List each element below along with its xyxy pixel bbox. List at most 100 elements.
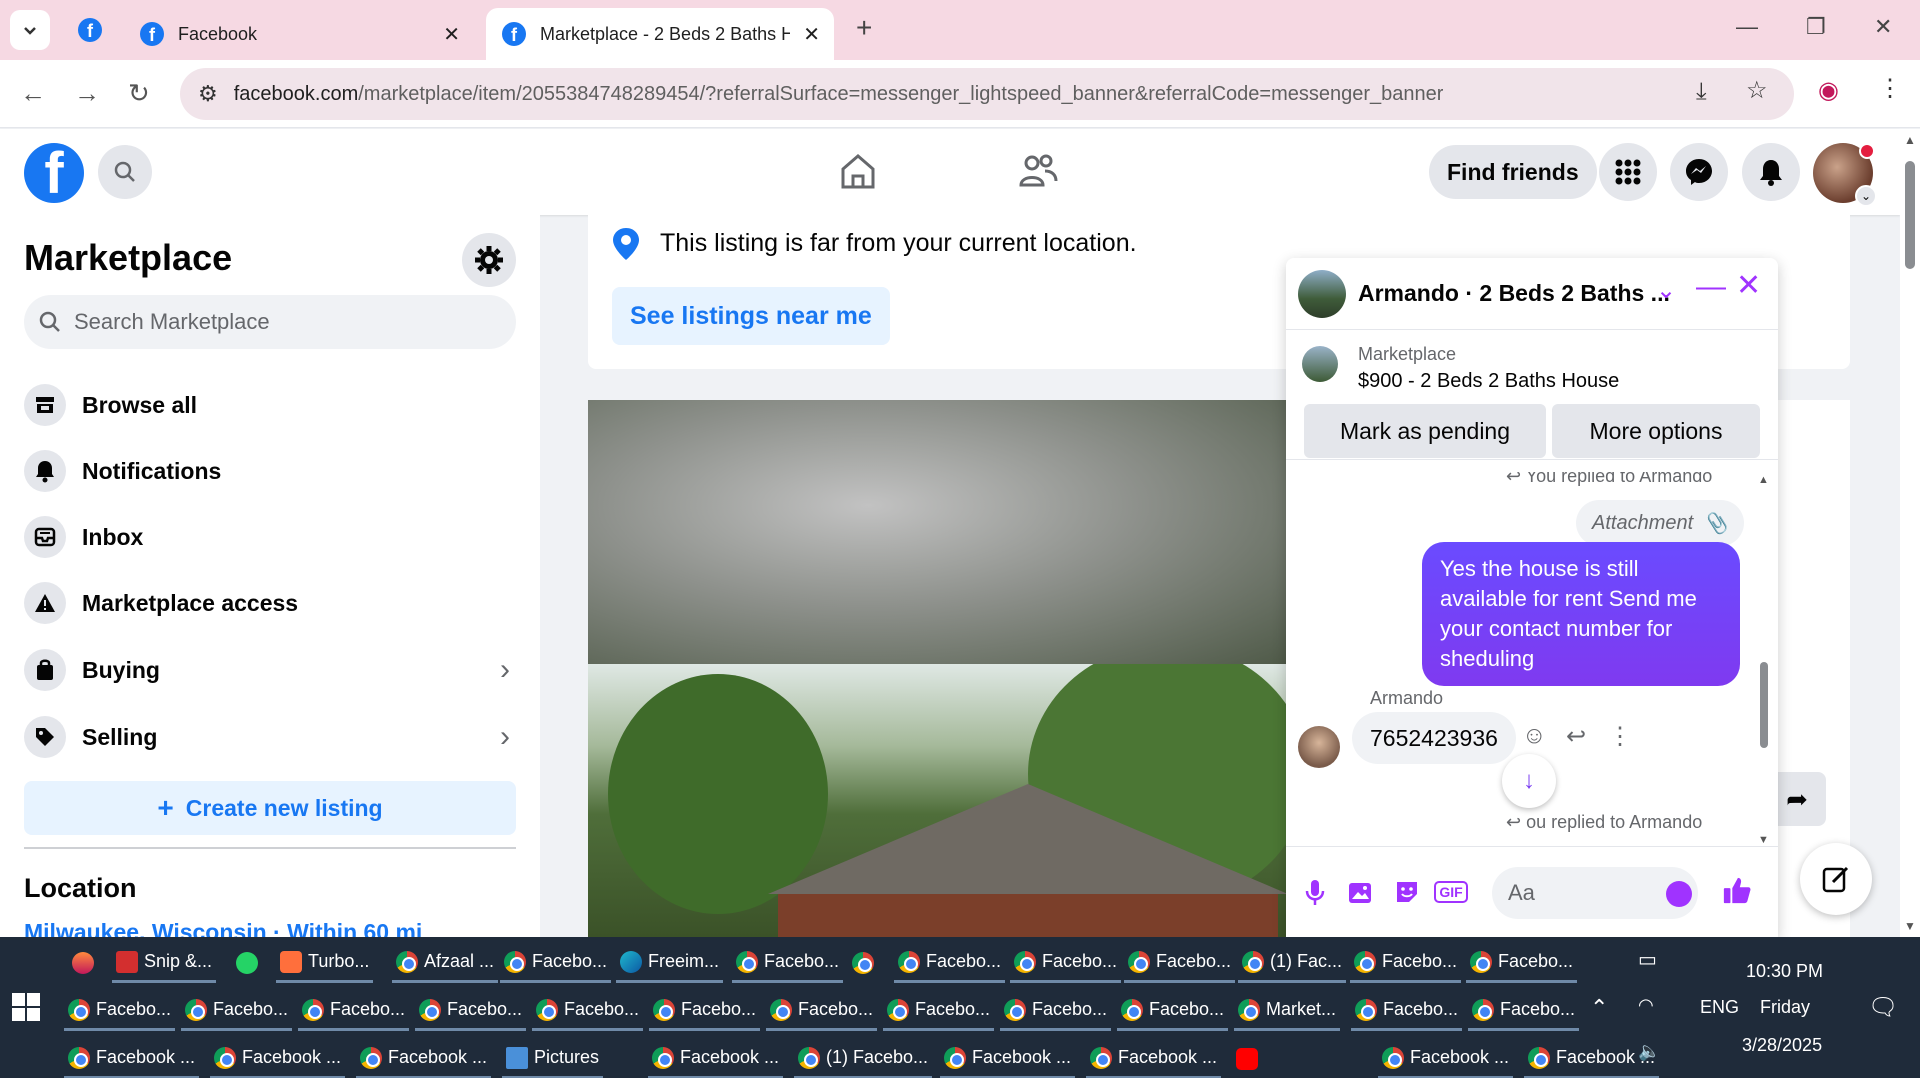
tab-facebook[interactable]: f Facebook ✕ bbox=[124, 8, 474, 60]
photo-icon[interactable] bbox=[1346, 877, 1376, 907]
clock-time[interactable]: 10:30 PM bbox=[1746, 961, 1823, 982]
taskbar-app[interactable]: Facebook ... bbox=[356, 1039, 492, 1078]
page-scrollbar[interactable]: ▲ ▼ bbox=[1900, 129, 1920, 937]
taskbar-app[interactable]: Pictures bbox=[502, 1039, 604, 1078]
message-list[interactable]: ↩ You replied to Armando Attachment 📎 Ye… bbox=[1286, 472, 1778, 846]
settings-button[interactable] bbox=[462, 233, 516, 287]
taskbar-app[interactable]: (1) Fac... bbox=[1238, 943, 1347, 983]
taskbar-app[interactable]: Facebo... bbox=[649, 991, 761, 1031]
taskbar-app[interactable]: Facebo... bbox=[64, 991, 176, 1031]
sticker-icon[interactable] bbox=[1392, 877, 1422, 907]
taskbar-app[interactable]: Facebook ... bbox=[210, 1039, 346, 1078]
battery-icon[interactable]: ▭ bbox=[1638, 947, 1657, 972]
taskbar-app[interactable]: Facebo... bbox=[298, 991, 410, 1031]
taskbar-app[interactable]: Facebo... bbox=[1117, 991, 1229, 1031]
taskbar-app[interactable] bbox=[1232, 1039, 1268, 1078]
wifi-icon[interactable]: ◠ bbox=[1638, 995, 1654, 1016]
taskbar-app[interactable]: Afzaal ... bbox=[392, 943, 499, 983]
sidebar-item-buying[interactable]: Buying › bbox=[24, 642, 516, 698]
scrollbar-thumb[interactable] bbox=[1760, 662, 1768, 748]
action-center-icon[interactable]: 🗨 bbox=[1868, 993, 1898, 1022]
emoji-icon[interactable] bbox=[1666, 881, 1692, 907]
listing-photo-house[interactable] bbox=[588, 664, 1288, 937]
home-icon[interactable] bbox=[838, 151, 878, 191]
mark-as-pending-button[interactable]: Mark as pending bbox=[1304, 404, 1546, 458]
taskbar-app[interactable]: Market... bbox=[1234, 991, 1341, 1031]
sender-avatar[interactable] bbox=[1298, 726, 1340, 768]
microphone-icon[interactable] bbox=[1300, 877, 1330, 907]
address-bar[interactable]: ⚙ facebook.com/marketplace/item/20553847… bbox=[180, 68, 1794, 120]
facebook-pinned-icon[interactable]: f bbox=[78, 18, 102, 42]
gif-icon[interactable]: GIF bbox=[1434, 877, 1468, 907]
taskbar-app[interactable]: Facebook ... bbox=[64, 1039, 200, 1078]
minimize-icon[interactable]: — bbox=[1736, 14, 1758, 40]
restore-icon[interactable]: ❐ bbox=[1806, 14, 1826, 40]
more-actions-icon[interactable]: ⋮ bbox=[1608, 722, 1632, 751]
taskbar-app[interactable]: Facebo... bbox=[894, 943, 1006, 983]
scroll-down-icon[interactable]: ▼ bbox=[1758, 834, 1769, 846]
account-avatar[interactable]: ⌄ bbox=[1813, 143, 1877, 207]
attachment-bubble[interactable]: Attachment 📎 bbox=[1576, 500, 1745, 546]
taskbar-app[interactable]: Facebo... bbox=[1124, 943, 1236, 983]
volume-icon[interactable]: 🔈 bbox=[1638, 1041, 1660, 1062]
taskbar-app[interactable]: Facebook ... bbox=[1378, 1039, 1514, 1078]
like-thumb-icon[interactable] bbox=[1722, 875, 1752, 905]
location-link[interactable]: Milwaukee, Wisconsin · Within 60 mi bbox=[24, 919, 422, 937]
language-indicator[interactable]: ENG bbox=[1700, 997, 1739, 1018]
taskbar-app[interactable]: Facebo... bbox=[500, 943, 612, 983]
close-window-icon[interactable]: ✕ bbox=[1874, 14, 1892, 40]
see-listings-near-me-button[interactable]: See listings near me bbox=[612, 287, 890, 345]
sidebar-item-selling[interactable]: Selling › bbox=[24, 709, 516, 765]
windows-start-icon[interactable] bbox=[12, 993, 40, 1021]
sidebar-item-browse-all[interactable]: Browse all bbox=[24, 377, 516, 433]
taskbar-app[interactable]: Facebo... bbox=[1351, 991, 1463, 1031]
reload-icon[interactable]: ↻ bbox=[128, 78, 150, 109]
taskbar-app[interactable]: Turbo... bbox=[276, 943, 374, 983]
clock-date[interactable]: 3/28/2025 bbox=[1742, 1035, 1822, 1056]
taskbar-app[interactable]: Facebook ... bbox=[648, 1039, 784, 1078]
taskbar-app[interactable]: Facebo... bbox=[1466, 943, 1578, 983]
outgoing-message[interactable]: Yes the house is still available for ren… bbox=[1422, 542, 1740, 686]
taskbar-app[interactable]: Facebook ... bbox=[940, 1039, 1076, 1078]
taskbar-app[interactable]: Facebo... bbox=[1468, 991, 1580, 1031]
taskbar-app[interactable] bbox=[232, 943, 268, 983]
reply-icon[interactable]: ↩ bbox=[1566, 722, 1586, 751]
taskbar-app[interactable]: (1) Facebo... bbox=[794, 1039, 933, 1078]
taskbar-app[interactable]: Facebo... bbox=[732, 943, 844, 983]
more-options-button[interactable]: More options bbox=[1552, 404, 1760, 458]
minimize-chat-icon[interactable]: — bbox=[1696, 270, 1726, 304]
scroll-to-bottom-button[interactable]: ↓ bbox=[1502, 754, 1556, 808]
sidebar-item-notifications[interactable]: Notifications bbox=[24, 443, 516, 499]
taskbar-app[interactable]: Snip &... bbox=[112, 943, 217, 983]
listing-title[interactable]: $900 - 2 Beds 2 Baths House bbox=[1358, 370, 1619, 393]
search-button[interactable] bbox=[98, 145, 152, 199]
taskbar-app[interactable]: Facebook ... bbox=[1086, 1039, 1222, 1078]
sidebar-item-marketplace-access[interactable]: Marketplace access bbox=[24, 575, 516, 631]
close-chat-icon[interactable]: ✕ bbox=[1736, 268, 1761, 303]
search-marketplace-input[interactable]: Search Marketplace bbox=[24, 295, 516, 349]
taskbar-app[interactable]: Facebo... bbox=[883, 991, 995, 1031]
taskbar-app[interactable]: Facebo... bbox=[415, 991, 527, 1031]
taskbar-app[interactable]: Facebo... bbox=[766, 991, 878, 1031]
chat-scrollbar[interactable]: ▲ ▼ bbox=[1756, 472, 1772, 846]
menu-button[interactable] bbox=[1599, 143, 1657, 201]
taskbar-app[interactable]: Freeim... bbox=[616, 943, 724, 983]
scroll-up-icon[interactable]: ▲ bbox=[1758, 474, 1769, 486]
incoming-message[interactable]: 7652423936 bbox=[1352, 712, 1516, 764]
tab-search-button[interactable] bbox=[10, 10, 50, 50]
new-message-button[interactable] bbox=[1800, 843, 1872, 915]
scroll-up-icon[interactable]: ▲ bbox=[1904, 133, 1916, 147]
back-icon[interactable]: ← bbox=[20, 78, 46, 109]
tab-marketplace[interactable]: f Marketplace - 2 Beds 2 Baths H ✕ bbox=[486, 8, 834, 60]
bookmark-star-icon[interactable]: ☆ bbox=[1746, 76, 1768, 105]
chat-header[interactable]: Armando · 2 Beds 2 Baths ... ⌄ — ✕ bbox=[1286, 258, 1778, 330]
taskbar-app[interactable] bbox=[68, 943, 104, 983]
notifications-button[interactable] bbox=[1742, 143, 1800, 201]
taskbar-app[interactable]: Facebo... bbox=[1000, 991, 1112, 1031]
taskbar-app[interactable]: Facebo... bbox=[532, 991, 644, 1031]
menu-kebab-icon[interactable]: ⋮ bbox=[1878, 74, 1902, 103]
profile-icon[interactable]: ◉ bbox=[1818, 76, 1839, 105]
close-tab-icon[interactable]: ✕ bbox=[443, 22, 460, 47]
url-text[interactable]: facebook.com/marketplace/item/2055384748… bbox=[234, 83, 1444, 106]
close-tab-icon[interactable]: ✕ bbox=[803, 22, 820, 47]
